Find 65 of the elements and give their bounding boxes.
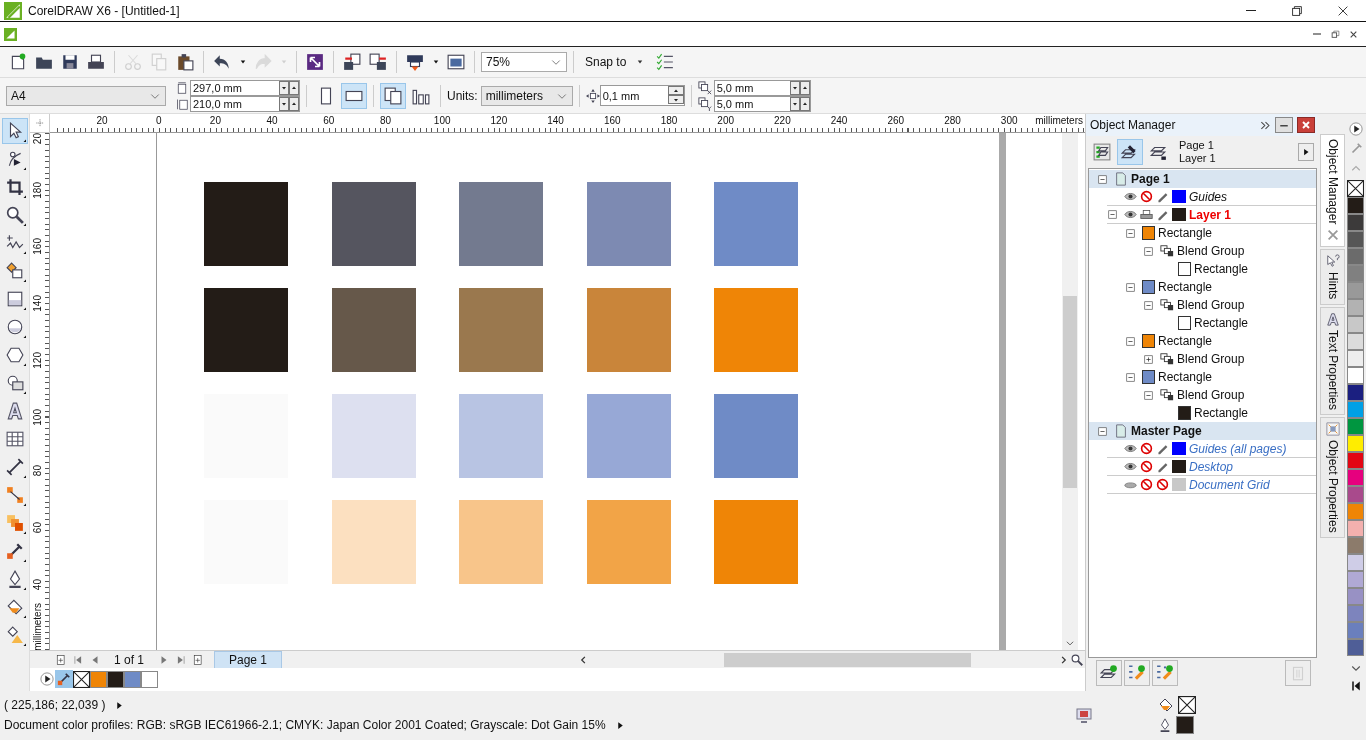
- ruler-label: 100: [32, 408, 44, 426]
- current-layer-label: Layer 1: [1179, 152, 1217, 165]
- object-label[interactable]: Rectangle: [1158, 226, 1213, 240]
- ruler-label: 20: [32, 133, 44, 145]
- docker-title: Object Manager: [1090, 118, 1177, 132]
- zoom-dropdown[interactable]: 75%: [481, 52, 567, 72]
- units-dropdown[interactable]: millimeters: [480, 85, 573, 106]
- docker-tab[interactable]: Object Properties: [1320, 416, 1345, 538]
- ruler-label: 200: [717, 115, 735, 126]
- ruler-label: 140: [547, 115, 564, 126]
- ruler-label: 240: [830, 115, 848, 126]
- paper-size-dropdown[interactable]: A4: [6, 85, 166, 106]
- object-label[interactable]: Rectangle: [1194, 262, 1249, 276]
- docker-tab[interactable]: Object Manager: [1320, 134, 1345, 248]
- ruler-label: 220: [774, 115, 791, 126]
- ruler-label: 160: [32, 238, 44, 256]
- ruler-label: 20: [96, 115, 108, 126]
- units-label: Units:: [447, 88, 478, 103]
- snap-to-button[interactable]: Snap to: [580, 50, 652, 74]
- ruler-label: 300: [1000, 115, 1018, 126]
- ruler-label: 120: [490, 115, 508, 126]
- group-label[interactable]: Blend Group: [1177, 388, 1245, 402]
- group-label[interactable]: Blend Group: [1177, 298, 1245, 312]
- ruler-label: 180: [660, 115, 678, 126]
- layer-label[interactable]: Layer 1: [1189, 207, 1232, 222]
- ruler-label: 60: [323, 115, 335, 126]
- page-tab[interactable]: Page 1: [214, 650, 283, 669]
- object-label[interactable]: Rectangle: [1158, 280, 1213, 294]
- ruler-unit-label: millimeters: [1035, 115, 1083, 126]
- current-page-label: Page 1: [1179, 139, 1215, 152]
- ruler-label: 140: [32, 295, 44, 312]
- layer-label[interactable]: Guides: [1189, 189, 1228, 204]
- ruler-label: 120: [32, 351, 44, 369]
- page-label[interactable]: Page 1: [1131, 172, 1170, 186]
- layer-label[interactable]: Guides (all pages): [1189, 441, 1287, 456]
- layer-label[interactable]: Document Grid: [1189, 477, 1270, 492]
- ruler-label: 20: [209, 115, 221, 126]
- color-profiles-text: Document color profiles: RGB: sRGB IEC61966-2.1; CMYK: Japan Color 2001 Coated; Grayscale: Dot Gain 15%: [4, 718, 606, 732]
- ruler-unit-label: millimeters: [32, 603, 44, 651]
- nudge-distance-field[interactable]: 0,1 mm: [599, 85, 685, 106]
- cursor-coordinates: ( 225,186; 22,039 ): [4, 698, 106, 712]
- ruler-label: 160: [603, 115, 621, 126]
- docker-tab[interactable]: Hints: [1320, 249, 1345, 305]
- layer-label[interactable]: Desktop: [1189, 459, 1234, 474]
- object-label[interactable]: Rectangle: [1158, 370, 1213, 384]
- ruler-label: 40: [266, 115, 278, 126]
- ruler-label: 80: [32, 465, 44, 477]
- object-label[interactable]: Rectangle: [1194, 316, 1249, 330]
- page-width-field[interactable]: 297,0 mm: [190, 79, 300, 96]
- object-label[interactable]: Rectangle: [1158, 334, 1213, 348]
- ruler-label: 280: [944, 115, 961, 126]
- ruler-label: 180: [32, 181, 44, 199]
- ruler-label: 60: [32, 521, 44, 533]
- ruler-label: 80: [379, 115, 392, 126]
- group-label[interactable]: Blend Group: [1177, 244, 1245, 258]
- page-position: 1 of 1: [113, 652, 145, 667]
- object-label[interactable]: Rectangle: [1194, 406, 1249, 420]
- ruler-label: 260: [887, 115, 905, 126]
- window-title: CorelDRAW X6 - [Untitled-1]: [28, 3, 180, 18]
- ruler-label: 100: [433, 115, 451, 126]
- duplicate-x-field[interactable]: 5,0 mm: [713, 79, 811, 96]
- ruler-label: 40: [32, 578, 44, 590]
- docker-tab[interactable]: Text Properties: [1320, 306, 1345, 415]
- group-label[interactable]: Blend Group: [1177, 352, 1245, 366]
- ruler-label: 0: [155, 115, 162, 126]
